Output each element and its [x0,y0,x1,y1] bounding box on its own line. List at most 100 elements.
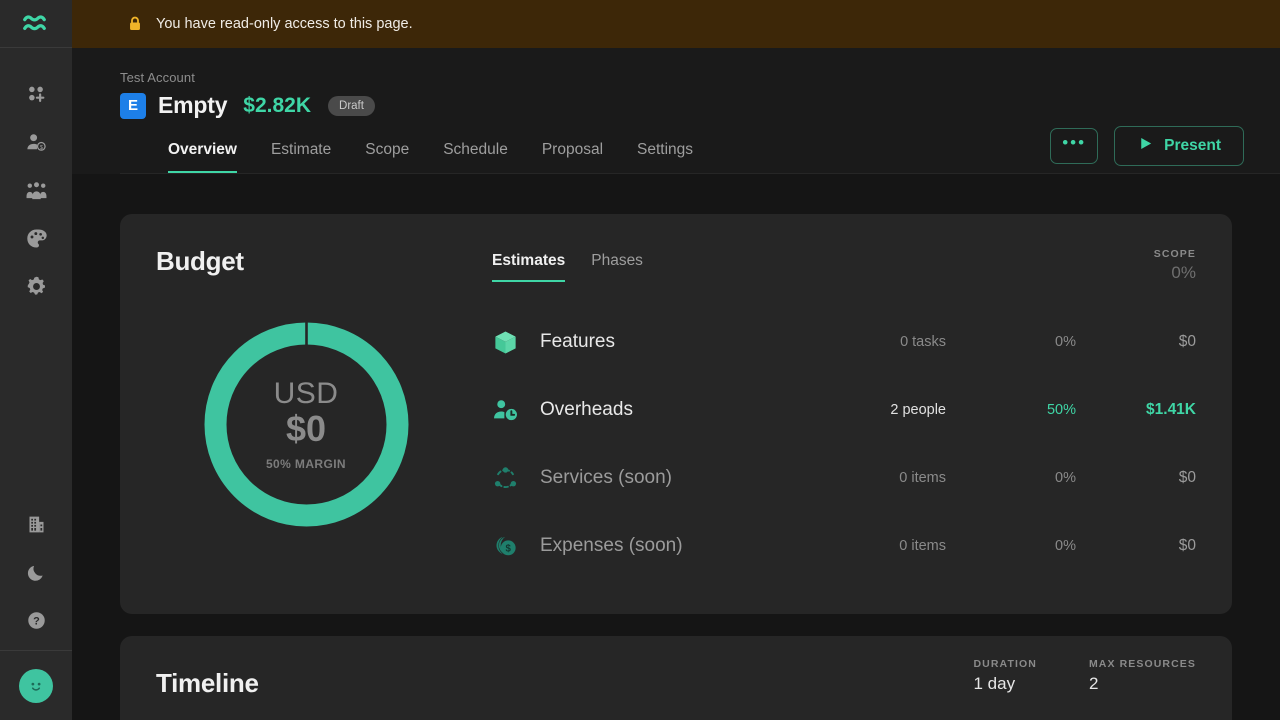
person-dollar-icon: $ [26,133,46,150]
svg-text:$: $ [506,543,512,554]
user-avatar-button[interactable] [0,650,72,720]
row-label-features: Features [540,331,615,352]
stat-label-max-resources: MAX RESOURCES [1088,658,1196,670]
row-count-overheads: 2 people [890,402,946,418]
budget-right: Estimates Phases SCOPE 0% Features 0 tas… [456,246,1196,580]
stat-value-max-resources: 2 [1088,674,1099,693]
row-percent-services: 0% [1055,470,1076,486]
budget-left: Budget USD $0 50% MARGIN [156,246,456,580]
row-count-expenses: 0 items [899,538,946,554]
gear-icon [27,276,45,295]
scope-label: SCOPE [1153,248,1196,260]
cube-icon [492,329,540,356]
header-actions: ••• Present [1050,126,1244,166]
table-row[interactable]: Features 0 tasks 0% $0 [492,308,1196,376]
palette-icon [26,228,47,248]
timeline-card: Timeline DURATION 1 day MAX RESOURCES 2 [120,636,1232,720]
page-title: Empty [158,92,228,118]
sidebar: $ ? [0,0,72,720]
avatar [19,668,53,703]
svg-text:?: ? [33,615,40,627]
sidebar-item-projects[interactable] [0,70,72,118]
budget-subtabs: Estimates Phases [492,246,1196,282]
row-count-services: 0 items [899,470,946,486]
status-badge: Draft [328,95,375,116]
donut-currency: USD [273,377,339,411]
timeline-title: Timeline [156,668,259,698]
tab-settings[interactable]: Settings [637,141,693,173]
readonly-banner: You have read-only access to this page. [72,0,1280,48]
coins-dollar-icon: $ [492,533,540,560]
row-amount-services: $0 [1178,469,1196,486]
sidebar-item-dark-mode[interactable] [0,548,72,596]
title-row: E Empty $2.82K Draft [120,92,1280,119]
budget-card: Budget USD $0 50% MARGIN Estimates Phase… [120,214,1232,614]
present-label: Present [1164,137,1221,154]
budget-rows: Features 0 tasks 0% $0 Overheads 2 peopl… [492,308,1196,580]
budget-donut-chart: USD $0 50% MARGIN [156,317,456,532]
sidebar-bottom-nav: ? [0,500,72,650]
sidebar-item-organization[interactable] [0,500,72,548]
project-total-value: $2.82K [243,93,312,117]
donut-center-labels: USD $0 50% MARGIN [199,317,414,532]
table-row[interactable]: Overheads 2 people 50% $1.41K [492,376,1196,444]
row-label-expenses: Expenses (soon) [540,535,683,556]
present-button[interactable]: Present [1114,126,1244,166]
subtab-estimates[interactable]: Estimates [492,252,566,282]
row-count-features: 0 tasks [900,334,946,350]
table-row[interactable]: $ Expenses (soon) 0 items 0% $0 [492,512,1196,580]
content-area: Budget USD $0 50% MARGIN Estimates Phase… [72,174,1280,720]
app-logo[interactable] [0,0,72,48]
tab-estimate[interactable]: Estimate [271,141,331,173]
table-row[interactable]: Services (soon) 0 items 0% $0 [492,444,1196,512]
main-area: You have read-only access to this page. … [72,0,1280,720]
question-circle-icon: ? [27,611,45,629]
donut-amount: $0 [285,408,327,449]
ellipsis-icon: ••• [1062,132,1087,152]
row-label-overheads: Overheads [540,399,633,420]
apps-add-icon [29,86,45,102]
app-root: $ ? You have read-only access to this pa… [0,0,1280,720]
moon-icon [27,565,43,581]
page-header: Test Account E Empty $2.82K Draft ••• Pr… [72,48,1280,174]
wave-logo-icon [23,14,46,30]
user-avatar-face [31,682,41,691]
row-percent-expenses: 0% [1055,538,1076,554]
subtab-phases[interactable]: Phases [591,252,643,282]
sidebar-top-nav: $ [0,48,72,310]
sidebar-item-sales[interactable]: $ [0,118,72,166]
row-amount-expenses: $0 [1178,537,1196,554]
row-percent-features: 0% [1055,334,1076,350]
sidebar-item-settings[interactable] [0,262,72,310]
header-inner: Test Account E Empty $2.82K Draft [120,70,1280,119]
building-icon [29,516,43,532]
tab-overview[interactable]: Overview [168,141,237,173]
tab-schedule[interactable]: Schedule [443,141,508,173]
scope-summary: SCOPE 0% [1154,248,1196,283]
sidebar-item-branding[interactable] [0,214,72,262]
project-badge: E [120,92,146,119]
budget-title: Budget [156,246,244,276]
donut: USD $0 50% MARGIN [199,317,414,532]
tab-scope[interactable]: Scope [365,141,409,173]
tab-proposal[interactable]: Proposal [542,141,603,173]
scope-value: 0% [1171,263,1196,282]
row-amount-overheads: $1.41K [1146,401,1196,418]
stat-label-duration: DURATION [973,658,1037,670]
row-amount-features: $0 [1178,333,1196,350]
more-options-button[interactable]: ••• [1050,128,1099,164]
stat-max-resources: MAX RESOURCES 2 [1089,658,1196,694]
stat-duration: DURATION 1 day [974,658,1037,694]
share-nodes-icon [492,465,540,492]
stat-value-duration: 1 day [973,674,1016,693]
lock-icon [126,15,144,33]
account-name: Test Account [120,70,195,85]
banner-message: You have read-only access to this page. [156,16,413,32]
sidebar-item-team[interactable] [0,166,72,214]
donut-margin: 50% MARGIN [265,456,346,471]
people-group-icon [26,181,46,199]
row-label-services: Services (soon) [540,467,672,488]
play-icon [1137,135,1154,157]
sidebar-item-help[interactable]: ? [0,596,72,644]
row-percent-overheads: 50% [1046,402,1076,418]
